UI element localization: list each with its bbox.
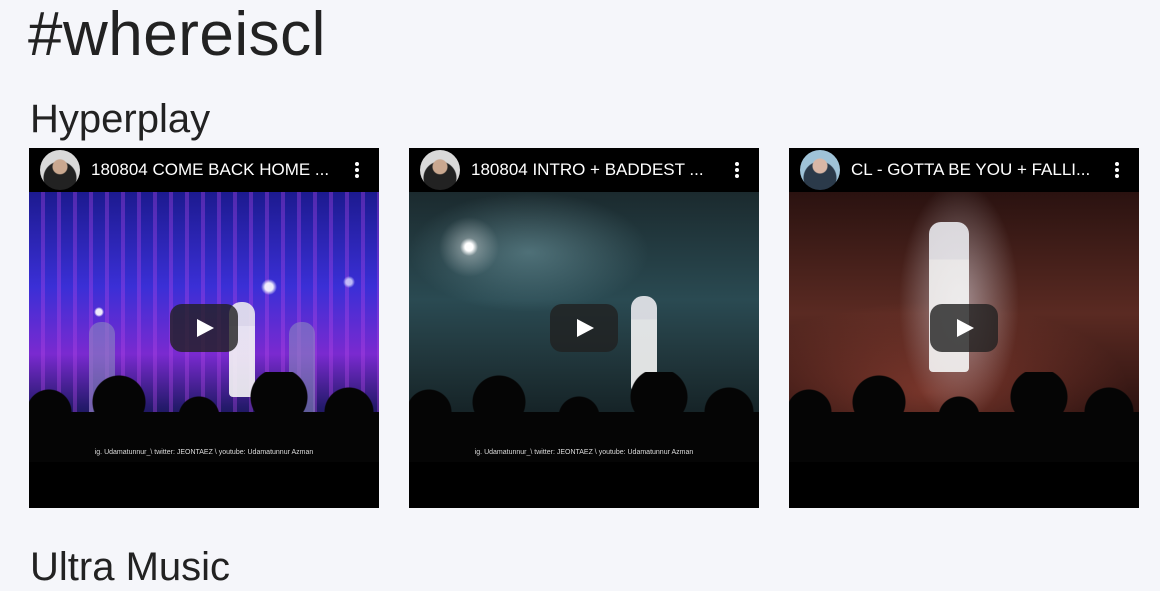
- play-button-icon[interactable]: [930, 304, 998, 352]
- play-button-icon[interactable]: [550, 304, 618, 352]
- more-options-icon[interactable]: [1107, 158, 1127, 182]
- section-title-ultra-music: Ultra Music: [30, 545, 231, 589]
- video-title[interactable]: 180804 COME BACK HOME ...: [91, 160, 335, 180]
- section-title-hyperplay: Hyperplay: [30, 97, 211, 141]
- video-caption: ig. Udamatunnur_\ twitter: JEONTAEZ \ yo…: [474, 449, 694, 456]
- more-options-icon[interactable]: [727, 158, 747, 182]
- play-button-icon[interactable]: [170, 304, 238, 352]
- video-embed-2[interactable]: ig. Udamatunnur_\ twitter: JEONTAEZ \ yo…: [409, 148, 759, 508]
- channel-avatar[interactable]: [800, 150, 840, 190]
- channel-avatar[interactable]: [420, 150, 460, 190]
- video-title-bar: CL - GOTTA BE YOU + FALLI...: [789, 148, 1139, 192]
- video-caption: ig. Udamatunnur_\ twitter: JEONTAEZ \ yo…: [94, 449, 314, 456]
- video-title[interactable]: CL - GOTTA BE YOU + FALLI...: [851, 160, 1095, 180]
- page-title: #whereiscl: [28, 0, 326, 69]
- channel-avatar[interactable]: [40, 150, 80, 190]
- video-title-bar: 180804 INTRO + BADDEST ...: [409, 148, 759, 192]
- video-title-bar: 180804 COME BACK HOME ...: [29, 148, 379, 192]
- more-options-icon[interactable]: [347, 158, 367, 182]
- video-embed-3[interactable]: CL - GOTTA BE YOU + FALLI...: [789, 148, 1139, 508]
- video-grid: ig. Udamatunnur_\ twitter: JEONTAEZ \ yo…: [29, 148, 1139, 508]
- video-embed-1[interactable]: ig. Udamatunnur_\ twitter: JEONTAEZ \ yo…: [29, 148, 379, 508]
- video-title[interactable]: 180804 INTRO + BADDEST ...: [471, 160, 715, 180]
- crowd-silhouette: [789, 372, 1139, 462]
